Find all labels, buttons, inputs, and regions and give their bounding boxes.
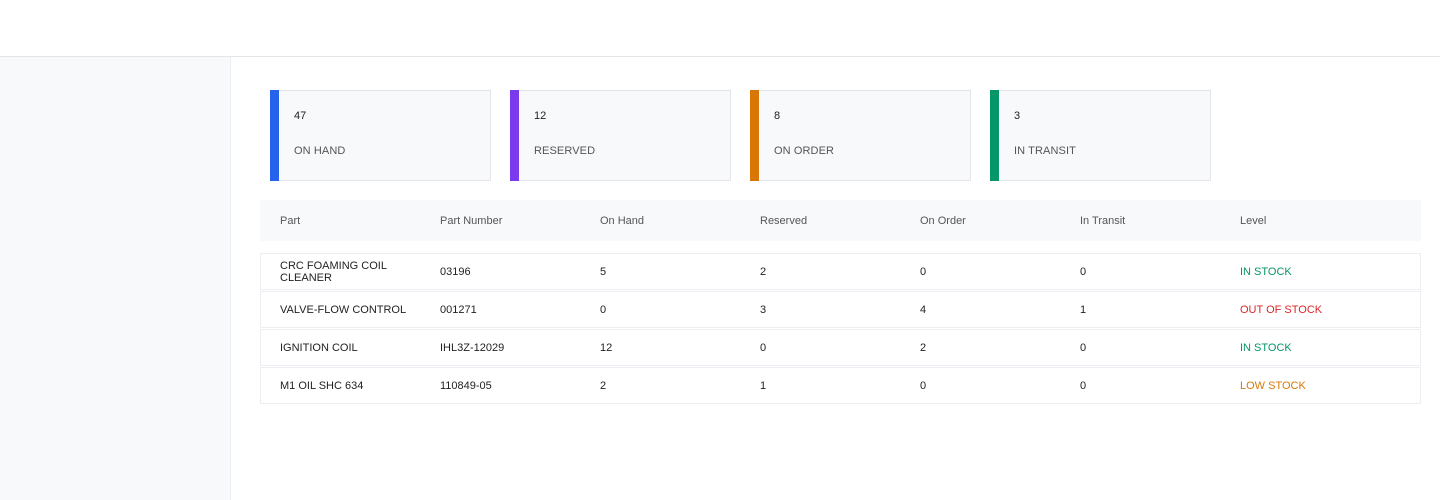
card-label: ON HAND — [294, 145, 346, 157]
cell-in-transit: 0 — [1080, 265, 1087, 278]
cell-on-hand: 0 — [600, 303, 607, 316]
cell-reserved: 2 — [760, 265, 767, 278]
card-in-transit: 3 IN TRANSIT — [990, 90, 1211, 181]
sidebar — [0, 57, 231, 500]
inventory-table: Part Part Number On Hand Reserved On Ord… — [260, 200, 1421, 404]
table-row[interactable]: IGNITION COIL IHL3Z-12029 12 0 2 0 IN ST… — [260, 329, 1421, 366]
cell-part: CRC FOAMING COIL CLEANER — [280, 259, 387, 284]
cell-reserved: 3 — [760, 303, 767, 316]
header-part[interactable]: Part — [260, 215, 420, 227]
card-label: RESERVED — [534, 145, 596, 157]
card-label: ON ORDER — [774, 145, 835, 157]
card-value: 12 — [534, 110, 547, 122]
cell-on-order: 4 — [920, 303, 927, 316]
cell-on-order: 0 — [920, 265, 927, 278]
table-row[interactable]: M1 OIL SHC 634 110849-05 2 1 0 0 LOW STO… — [260, 367, 1421, 404]
summary-cards: 47 ON HAND 12 RESERVED 8 ON ORDER 3 IN T… — [270, 90, 1230, 181]
header-in-transit[interactable]: In Transit — [1060, 215, 1220, 227]
header-level[interactable]: Level — [1220, 215, 1401, 227]
card-accent-bar — [750, 90, 759, 181]
card-value: 3 — [1014, 110, 1021, 122]
card-accent-bar — [270, 90, 279, 181]
header-reserved[interactable]: Reserved — [740, 215, 900, 227]
card-reserved: 12 RESERVED — [510, 90, 731, 181]
cell-part: IGNITION COIL — [280, 341, 358, 354]
card-accent-bar — [510, 90, 519, 181]
card-on-order: 8 ON ORDER — [750, 90, 971, 181]
table-row[interactable]: CRC FOAMING COIL CLEANER 03196 5 2 0 0 I… — [260, 253, 1421, 290]
cell-part: M1 OIL SHC 634 — [280, 379, 364, 392]
header-part-number[interactable]: Part Number — [420, 215, 580, 227]
cell-on-hand: 5 — [600, 265, 607, 278]
cell-in-transit: 0 — [1080, 341, 1087, 354]
table-header: Part Part Number On Hand Reserved On Ord… — [260, 200, 1421, 241]
cell-reserved: 0 — [760, 341, 767, 354]
cell-on-order: 0 — [920, 379, 927, 392]
cell-part-number: 001271 — [440, 303, 477, 316]
cell-on-hand: 2 — [600, 379, 607, 392]
top-bar — [0, 0, 1440, 57]
cell-on-order: 2 — [920, 341, 927, 354]
cell-in-transit: 0 — [1080, 379, 1087, 392]
card-accent-bar — [990, 90, 999, 181]
main-content: 47 ON HAND 12 RESERVED 8 ON ORDER 3 IN T… — [231, 57, 1440, 500]
card-value: 8 — [774, 110, 781, 122]
cell-part-number: IHL3Z-12029 — [440, 341, 505, 354]
header-on-order[interactable]: On Order — [900, 215, 1060, 227]
cell-part: VALVE-FLOW CONTROL — [280, 303, 407, 316]
cell-level: IN STOCK — [1240, 341, 1292, 354]
table-body: CRC FOAMING COIL CLEANER 03196 5 2 0 0 I… — [260, 253, 1421, 404]
cell-on-hand: 12 — [600, 341, 613, 354]
cell-part-number: 03196 — [440, 265, 471, 278]
cell-level: LOW STOCK — [1240, 379, 1306, 392]
card-on-hand: 47 ON HAND — [270, 90, 491, 181]
cell-reserved: 1 — [760, 379, 767, 392]
table-row[interactable]: VALVE-FLOW CONTROL 001271 0 3 4 1 OUT OF… — [260, 291, 1421, 328]
cell-part-number: 110849-05 — [440, 379, 492, 392]
cell-in-transit: 1 — [1080, 303, 1087, 316]
header-on-hand[interactable]: On Hand — [580, 215, 740, 227]
card-label: IN TRANSIT — [1014, 145, 1076, 157]
cell-level: OUT OF STOCK — [1240, 303, 1323, 316]
card-value: 47 — [294, 110, 307, 122]
cell-level: IN STOCK — [1240, 265, 1292, 278]
